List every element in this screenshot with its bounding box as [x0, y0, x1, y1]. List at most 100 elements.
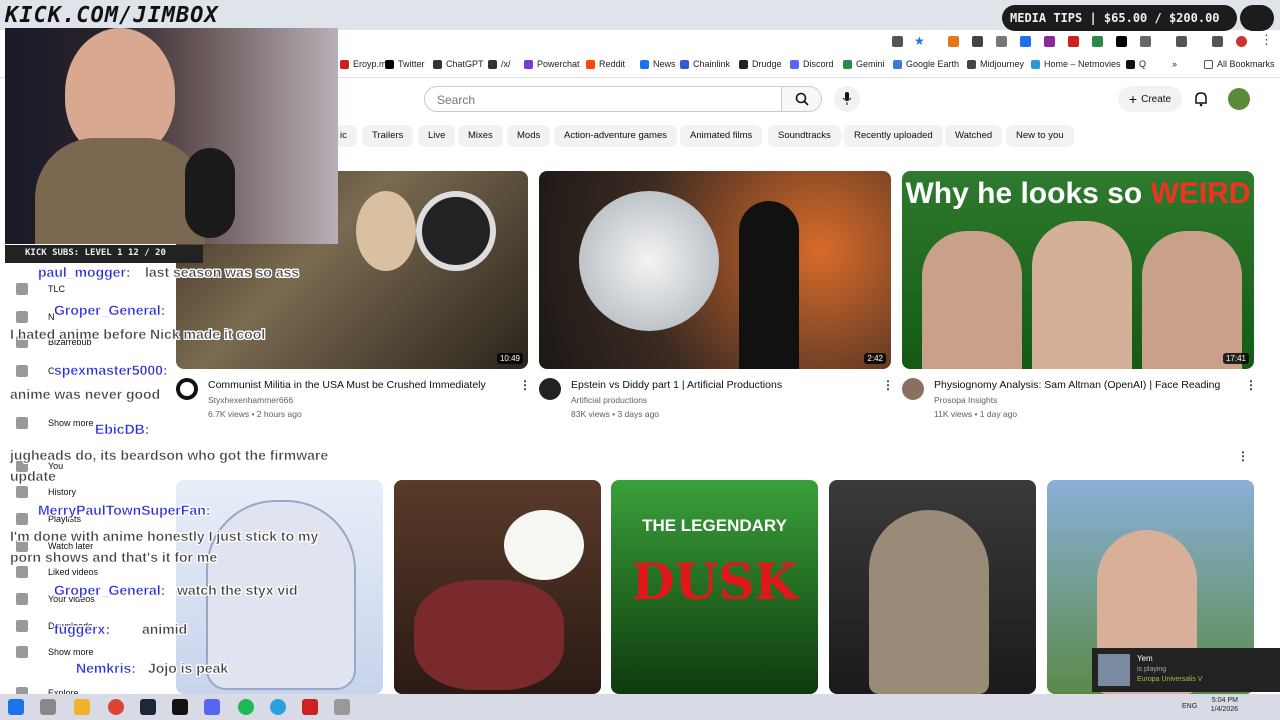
channel-avatar[interactable] — [902, 378, 924, 400]
filter-chip[interactable]: Watched — [945, 125, 1003, 147]
bookmark-10[interactable]: Gemini — [843, 59, 885, 69]
steam-notification[interactable]: Yem is playing Europa Universalis V — [1092, 648, 1280, 692]
bookmark-8[interactable]: Drudge — [739, 59, 782, 69]
terminal-icon[interactable] — [172, 699, 188, 715]
clock[interactable]: 5:04 PM 1/4/2026 — [1208, 697, 1238, 713]
bookmark-12[interactable]: Midjourney — [967, 59, 1024, 69]
channel-avatar[interactable] — [176, 378, 198, 400]
extension-icon[interactable] — [1044, 36, 1055, 47]
search-button[interactable] — [782, 86, 822, 112]
channel-name[interactable]: Artificial productions — [571, 395, 647, 405]
discord-icon[interactable] — [204, 699, 220, 715]
filter-chip[interactable]: New to you — [1006, 125, 1074, 147]
bookmark-14[interactable]: Q — [1126, 59, 1146, 69]
voice-search-button[interactable] — [834, 86, 860, 112]
start-icon[interactable] — [8, 699, 24, 715]
sidebar-item[interactable]: Liked videos — [48, 567, 98, 577]
thumb-caption-a: Why he looks so — [905, 177, 1151, 210]
puzzle-icon[interactable] — [1140, 36, 1151, 47]
shelf-options-icon[interactable]: ⋮ — [1237, 450, 1249, 462]
bookmark-1[interactable]: Twitter — [385, 59, 425, 69]
bookmark-9[interactable]: Discord — [790, 59, 834, 69]
bookmark-0[interactable]: Eroyp.me — [340, 59, 392, 69]
bookmark-13[interactable]: Home – Netmovies — [1031, 59, 1121, 69]
chat-username: paul_mogger: — [38, 264, 131, 280]
folder-icon — [1204, 59, 1213, 69]
channel-avatar[interactable] — [539, 378, 561, 400]
game-thumbnail — [1098, 654, 1130, 686]
menu-icon[interactable]: ⋮ — [1260, 32, 1273, 48]
bookmark-3[interactable]: /x/ — [488, 59, 511, 69]
file-explorer-icon[interactable] — [74, 699, 90, 715]
bookmark-11[interactable]: Google Earth — [893, 59, 959, 69]
profile-icon[interactable] — [1236, 36, 1247, 47]
more-options-icon[interactable]: ⋮ — [882, 379, 894, 391]
channel-name[interactable]: Prosopa Insights — [934, 395, 997, 405]
video-meta: 11K views • 1 day ago — [934, 409, 1018, 419]
language-indicator[interactable]: ENG — [1182, 703, 1197, 710]
sidebar-item[interactable]: Show more — [48, 647, 94, 657]
bookmark-favicon-icon — [340, 59, 349, 69]
video-thumbnail[interactable] — [394, 480, 601, 694]
filter-chip[interactable]: Recently uploaded — [844, 125, 943, 147]
app-icon[interactable] — [334, 699, 350, 715]
more-options-icon[interactable]: ⋮ — [1245, 379, 1257, 391]
search-input[interactable]: Search — [424, 86, 782, 112]
filter-chip[interactable]: Live — [418, 125, 456, 147]
video-thumbnail[interactable]: 2:42 — [539, 171, 891, 369]
reading-list-icon[interactable] — [1212, 36, 1223, 47]
more-options-icon[interactable]: ⋮ — [519, 379, 531, 391]
metamask-icon[interactable] — [948, 36, 959, 47]
bookmark-star-icon[interactable]: ★ — [914, 34, 925, 48]
all-bookmarks[interactable]: All Bookmarks — [1204, 59, 1275, 69]
sidebar-item[interactable]: TLC — [48, 284, 65, 294]
filter-chip[interactable]: Soundtracks — [768, 125, 841, 147]
create-button[interactable]: + Create — [1118, 86, 1182, 112]
extension-icon[interactable] — [1068, 36, 1079, 47]
bookmark-5[interactable]: Reddit — [586, 59, 625, 69]
chat-message: Jojo is peak — [148, 660, 229, 676]
telegram-icon[interactable] — [270, 699, 286, 715]
channel-name[interactable]: Styxhexenhammer666 — [208, 395, 293, 405]
bookmarks-overflow-icon[interactable]: » — [1172, 59, 1177, 69]
video-thumbnail[interactable]: Why he looks so WEIRD 17:41 — [902, 171, 1254, 369]
chrome-icon[interactable] — [108, 699, 124, 715]
sidepanel-icon[interactable] — [1176, 36, 1187, 47]
filter-chip[interactable]: Action-adventure games — [554, 125, 677, 147]
account-avatar[interactable] — [1228, 88, 1250, 110]
filter-chip[interactable]: Mods — [507, 125, 551, 147]
app-icon[interactable] — [302, 699, 318, 715]
sidebar-item[interactable]: History — [48, 487, 76, 497]
video-thumbnail[interactable] — [829, 480, 1036, 694]
chat-message: last season was so ass — [145, 264, 300, 280]
extension-icon[interactable] — [892, 36, 903, 47]
bookmark-6[interactable]: News — [640, 59, 676, 69]
x-icon[interactable] — [1116, 36, 1127, 47]
task-view-icon[interactable] — [40, 699, 56, 715]
video-title[interactable]: Physiognomy Analysis: Sam Altman (OpenAI… — [934, 379, 1220, 391]
steam-icon[interactable] — [140, 699, 156, 715]
video-thumbnail[interactable]: THE LEGENDARY DUSK — [611, 480, 818, 694]
bookmark-2[interactable]: ChatGPT — [433, 59, 484, 69]
bookmark-7[interactable]: Chainlink — [680, 59, 730, 69]
chat-message: animid — [142, 621, 188, 637]
filter-chip[interactable]: Mixes — [458, 125, 503, 147]
bookmark-label: /x/ — [501, 59, 511, 69]
filter-chip[interactable]: Trailers — [362, 125, 414, 147]
video-title[interactable]: Communist Militia in the USA Must be Cru… — [208, 379, 486, 391]
chat-username: spexmaster5000: — [54, 362, 168, 378]
extension-icon[interactable] — [996, 36, 1007, 47]
bookmark-4[interactable]: Powerchat — [524, 59, 580, 69]
filter-chip[interactable]: Animated films — [680, 125, 763, 147]
spotify-icon[interactable] — [238, 699, 254, 715]
bookmark-label: Q — [1139, 59, 1147, 69]
video-title[interactable]: Epstein vs Diddy part 1 | Artificial Pro… — [571, 379, 782, 391]
mic-icon — [842, 92, 852, 105]
sidebar-item[interactable]: Show more — [48, 418, 94, 428]
extension-icon[interactable] — [1020, 36, 1031, 47]
bookmark-favicon-icon — [893, 59, 902, 69]
shield-icon[interactable] — [972, 36, 983, 47]
taskbar — [0, 694, 1280, 720]
extension-icon[interactable] — [1092, 36, 1103, 47]
notifications-icon[interactable] — [1192, 90, 1210, 108]
